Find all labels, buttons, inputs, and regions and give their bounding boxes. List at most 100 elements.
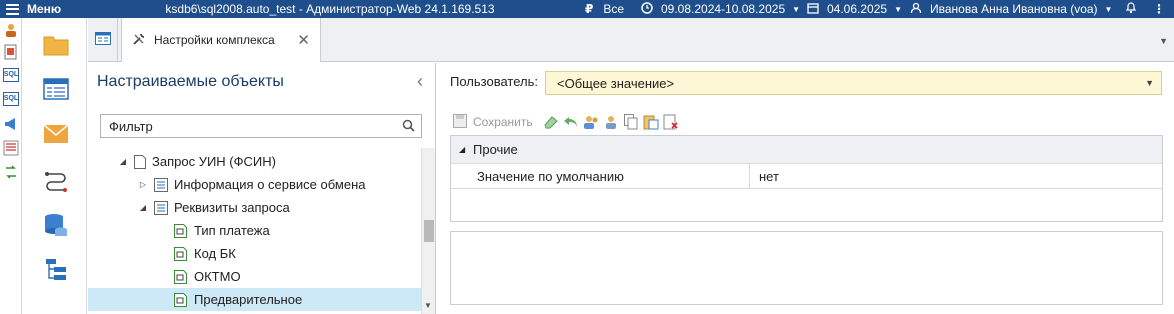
- megaphone-icon[interactable]: [3, 116, 19, 132]
- quick-launch-bar: SQL SQL: [0, 18, 22, 314]
- sql-icon[interactable]: SQL: [3, 92, 19, 108]
- tree-scrollbar[interactable]: ▼: [421, 148, 435, 314]
- envelope-icon[interactable]: [43, 124, 69, 148]
- more-button[interactable]: ⋮: [1153, 2, 1165, 16]
- tree-node-label: Запрос УИН (ФСИН): [152, 154, 276, 169]
- user-label: Пользователь:: [450, 74, 538, 89]
- chevron-down-icon: ▼: [1104, 4, 1113, 14]
- property-name: Значение по умолчанию: [477, 169, 624, 184]
- scrollbar-thumb[interactable]: [424, 220, 434, 242]
- window-title: ksdb6\sql2008.auto_test - Администратор-…: [165, 2, 495, 16]
- tree-node-label: Код БК: [194, 246, 236, 261]
- sql-icon-text: SQL: [3, 71, 19, 78]
- tree-node[interactable]: ◢ Реквизиты запроса: [88, 196, 421, 219]
- search-icon[interactable]: [402, 119, 415, 135]
- filter-selector[interactable]: ₽ Все: [585, 2, 624, 16]
- list-icon: [154, 177, 168, 192]
- save-icon: [453, 113, 467, 131]
- exchange-icon[interactable]: [3, 164, 19, 180]
- menu-label: Меню: [27, 2, 62, 16]
- group-row[interactable]: ◢ Прочие: [451, 136, 1162, 164]
- tree-node[interactable]: ◢ Запрос УИН (ФСИН): [88, 150, 421, 173]
- tree-node[interactable]: Код БК: [88, 242, 421, 265]
- tree-node-selected[interactable]: Предварительное: [88, 288, 421, 311]
- tree-node[interactable]: Тип платежа: [88, 219, 421, 242]
- panel-title: Настраиваемые объекты: [97, 73, 284, 90]
- user-settings-icon[interactable]: [3, 22, 19, 38]
- tree-node[interactable]: ▷ Информация о сервисе обмена: [88, 173, 421, 196]
- ruble-icon: ₽: [585, 2, 594, 16]
- tree-node-label: Реквизиты запроса: [174, 200, 290, 215]
- filter-label: Все: [603, 2, 625, 16]
- calendar-icon: [807, 2, 819, 17]
- menu-button[interactable]: Меню: [0, 2, 160, 16]
- close-icon[interactable]: ✕: [297, 31, 310, 49]
- chevron-down-icon: ▼: [792, 4, 801, 14]
- tab-complex-settings[interactable]: Настройки комплекса ✕: [121, 18, 321, 62]
- users-icon[interactable]: [583, 114, 599, 130]
- folder-icon[interactable]: [43, 34, 69, 58]
- user-icon[interactable]: [603, 114, 619, 130]
- property-value[interactable]: нет: [759, 169, 779, 184]
- column-divider: [749, 164, 750, 188]
- title-bar: Меню ksdb6\sql2008.auto_test - Администр…: [0, 0, 1174, 18]
- group-label: Прочие: [473, 142, 518, 157]
- group-expanded-icon[interactable]: ◢: [459, 145, 465, 154]
- tree-icon[interactable]: [43, 258, 69, 282]
- paste-icon[interactable]: [643, 114, 659, 130]
- description-panel: [450, 231, 1163, 305]
- table-icon[interactable]: [43, 78, 69, 102]
- report-icon[interactable]: [3, 140, 19, 156]
- date-value: 04.06.2025: [827, 2, 888, 16]
- filter-input[interactable]: Фильтр: [100, 114, 422, 138]
- list-icon: [154, 200, 168, 215]
- tree-node-label: Тип платежа: [194, 223, 270, 238]
- user-menu[interactable]: Иванова Анна Ивановна (voa) ▼: [910, 2, 1112, 17]
- field-icon: [174, 246, 188, 261]
- date-selector[interactable]: 04.06.2025 ▼: [807, 2, 902, 17]
- bell-icon: [1125, 1, 1137, 17]
- tab-bar: Настройки комплекса ✕ ▼: [88, 18, 1174, 62]
- sql-icon[interactable]: SQL: [3, 68, 19, 84]
- save-button[interactable]: Сохранить: [453, 113, 533, 131]
- scroll-down-icon[interactable]: ▼: [424, 301, 432, 310]
- tools-icon: [132, 32, 146, 49]
- tree-expanded-icon[interactable]: ◢: [138, 203, 148, 212]
- more-vertical-icon: ⋮: [1153, 2, 1165, 16]
- window-list-icon: [94, 32, 111, 48]
- period-selector[interactable]: 09.08.2024-10.08.2025 ▼: [641, 1, 801, 17]
- field-icon: [174, 292, 188, 307]
- tab-list-button[interactable]: [88, 18, 118, 62]
- collapse-panel-icon[interactable]: ‹: [417, 71, 423, 92]
- objects-tree: ◢ Запрос УИН (ФСИН) ▷ Информация о серви…: [88, 148, 421, 314]
- chevron-down-icon: ▼: [1145, 78, 1154, 88]
- sql-icon-text: SQL: [3, 95, 19, 102]
- user-select[interactable]: <Общее значение> ▼: [545, 71, 1162, 95]
- tree-node-label: Предварительное: [194, 292, 303, 307]
- tree-node-label: ОКТМО: [194, 269, 241, 284]
- tree-node-label: Информация о сервисе обмена: [174, 177, 366, 192]
- user-name: Иванова Анна Ивановна (voa): [930, 2, 1098, 16]
- period-value: 09.08.2024-10.08.2025: [661, 2, 786, 16]
- properties-grid: ◢ Прочие Значение по умолчанию нет: [450, 135, 1163, 222]
- flow-icon[interactable]: [43, 168, 69, 192]
- tree-node[interactable]: ОКТМО: [88, 265, 421, 288]
- person-icon: [910, 2, 922, 17]
- clock-icon: [641, 1, 653, 17]
- settings-toolbar: Сохранить: [453, 113, 683, 131]
- user-select-value: <Общее значение>: [557, 76, 675, 91]
- chevron-down-icon[interactable]: ▼: [1159, 36, 1168, 46]
- notifications-button[interactable]: [1125, 1, 1137, 17]
- tree-collapsed-icon[interactable]: ▷: [138, 180, 148, 189]
- eraser-icon[interactable]: [543, 114, 559, 130]
- tree-expanded-icon[interactable]: ◢: [118, 157, 128, 166]
- document-icon[interactable]: [3, 44, 19, 60]
- page-icon: [134, 154, 148, 169]
- undo-icon[interactable]: [563, 114, 579, 130]
- tab-label: Настройки комплекса: [154, 33, 275, 47]
- copy-icon[interactable]: [623, 114, 639, 130]
- database-icon[interactable]: [43, 212, 69, 236]
- hamburger-icon: [6, 3, 19, 15]
- delete-settings-icon[interactable]: [663, 114, 679, 130]
- property-row[interactable]: Значение по умолчанию нет: [451, 164, 1162, 189]
